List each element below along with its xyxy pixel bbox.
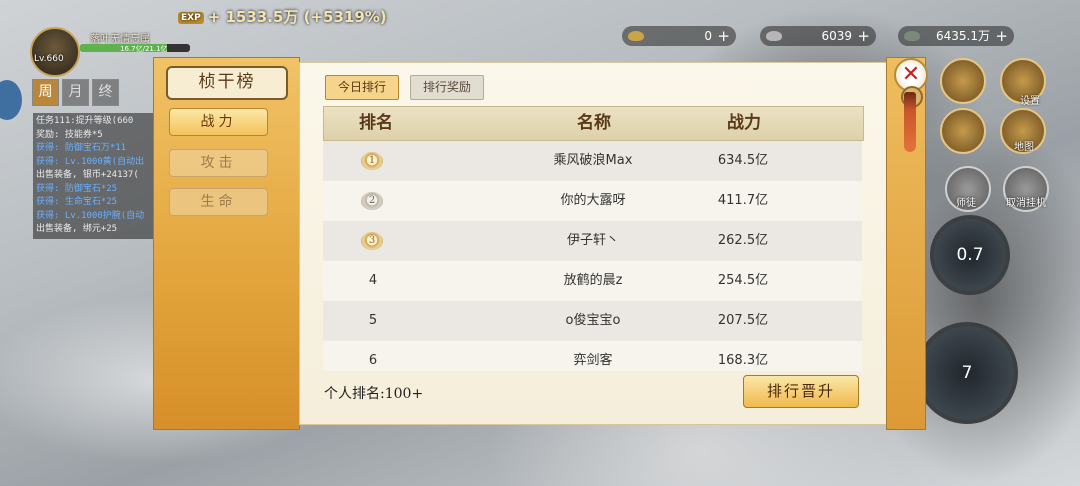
tab-ranking-rewards[interactable]: 排行奖励: [410, 75, 484, 100]
rank-cell: 4: [368, 273, 378, 288]
tab-week[interactable]: 周: [32, 79, 59, 106]
rank-cell: 5: [368, 313, 378, 328]
quest-log-line: 任务111:提升等级(660: [36, 116, 134, 126]
ranking-row[interactable]: 5 o俊宝宝o 207.5亿: [323, 301, 862, 341]
header-rank: 排名: [359, 113, 393, 133]
settings-label: 设置: [1020, 96, 1040, 107]
silver-ingot-icon: [766, 31, 782, 41]
side-tab-hp[interactable]: 生命: [169, 188, 268, 216]
skill-cooldown-2: 7: [961, 363, 973, 383]
player-name-cell: 伊子轩丶: [566, 233, 619, 248]
rank-medal-icon: 2: [361, 192, 383, 210]
ranking-main-panel: 今日排行 排行奖励 排名 名称 战力 1 乘风破浪Max 634.5亿 2 你的大露呀 4…: [299, 62, 888, 425]
exp-gain-text: + 1533.5万 (+5319%): [207, 8, 387, 26]
header-power: 战力: [727, 113, 761, 133]
rank-cell: 6: [368, 353, 378, 368]
power-cell: 262.5亿: [717, 233, 769, 248]
quest-log-line: 出售装备, 绑元+25: [36, 224, 118, 234]
quest-log-line: 出售装备, 银币+24137(: [36, 170, 139, 180]
power-cell: 411.7亿: [717, 193, 769, 208]
rank-cell: 1: [323, 141, 423, 181]
ranking-row[interactable]: 6 弈剑客 168.3亿: [323, 341, 862, 371]
player-name-cell: 乘风破浪Max: [553, 153, 633, 168]
resource-gold: 0 +: [622, 26, 736, 46]
player-name-cell: 弈剑客: [573, 353, 613, 368]
copper-coin-icon: [904, 31, 920, 41]
rank-medal-icon: 3: [361, 232, 383, 250]
player-name-cell: 你的大露呀: [560, 193, 626, 208]
resource-silver: 6039 +: [760, 26, 876, 46]
side-tab-attack[interactable]: 攻击: [169, 149, 268, 177]
tab-final[interactable]: 终: [92, 79, 119, 106]
power-cell: 207.5亿: [717, 313, 769, 328]
time-tabs: 周 月 终: [32, 79, 119, 106]
map-label: 地图: [1014, 142, 1034, 153]
tab-month[interactable]: 月: [62, 79, 89, 106]
ranking-row[interactable]: 3 伊子轩丶 262.5亿: [323, 221, 862, 261]
ranking-row[interactable]: 1 乘风破浪Max 634.5亿: [323, 141, 862, 181]
exp-gain-display: EXP + 1533.5万 (+5319%): [178, 6, 387, 27]
power-cell: 168.3亿: [717, 353, 769, 368]
world-map-icon[interactable]: [940, 108, 986, 154]
rank-medal-icon: 1: [361, 152, 383, 170]
add-gold-button[interactable]: +: [717, 26, 730, 46]
skill-cooldown-1: 0.7: [956, 245, 984, 265]
quest-log-line: 获得: 生命宝石*25: [36, 197, 118, 207]
quest-log-line: 获得: 防御宝石*25: [36, 183, 118, 194]
resource-copper: 6435.1万 +: [898, 26, 1014, 46]
tassel-ornament: [904, 92, 916, 152]
add-copper-button[interactable]: +: [995, 26, 1008, 46]
resource-gold-value: 0: [704, 29, 712, 43]
ranking-table-header: 排名 名称 战力: [323, 106, 864, 141]
add-silver-button[interactable]: +: [857, 26, 870, 46]
personal-rank: 个人排名:100+: [324, 386, 424, 402]
quest-log[interactable]: 任务111:提升等级(660 奖励: 技能券*5 获得: 防御宝石万*11 获得: L…: [33, 113, 159, 239]
welfare-icon[interactable]: [940, 58, 986, 104]
ranking-row[interactable]: 4 放鹤的晨z 254.5亿: [323, 261, 862, 301]
power-cell: 254.5亿: [717, 273, 769, 288]
mentor-label: 师徒: [956, 198, 976, 209]
ranking-table-body[interactable]: 1 乘风破浪Max 634.5亿 2 你的大露呀 411.7亿 3 伊子轩丶 262.5亿 4 放鹤…: [323, 141, 862, 371]
rank-promote-button[interactable]: 排行晋升: [743, 375, 859, 408]
ranking-title: 桢干榜: [166, 66, 288, 100]
player-name: 落叶无情忘属: [90, 34, 150, 45]
gold-ingot-icon: [628, 31, 644, 41]
exp-badge: EXP: [178, 11, 204, 24]
quest-log-line: 获得: Lv.1000黄(自动出: [36, 156, 145, 167]
skill-button-1[interactable]: 0.7: [930, 215, 1010, 295]
rank-cell: 3: [323, 221, 423, 261]
tab-today-ranking[interactable]: 今日排行: [325, 75, 399, 100]
side-tab-power[interactable]: 战力: [169, 108, 268, 136]
ranking-row[interactable]: 2 你的大露呀 411.7亿: [323, 181, 862, 221]
skill-button-2[interactable]: 7: [916, 322, 1018, 424]
resource-copper-value: 6435.1万: [936, 29, 990, 43]
player-name-cell: o俊宝宝o: [565, 313, 621, 328]
power-cell: 634.5亿: [717, 153, 769, 168]
quest-log-line: 奖励: 技能券*5: [36, 129, 103, 140]
player-name-cell: 放鹤的晨z: [563, 273, 623, 288]
player-hp-text: 16.7亿/21.1亿: [120, 45, 168, 53]
player-level: Lv.660: [34, 54, 64, 64]
rank-cell: 2: [323, 181, 423, 221]
ranking-side-panel: 桢干榜 战力 攻击 生命: [153, 57, 300, 430]
cancel-auto-label: 取消挂机: [1006, 198, 1046, 209]
quest-log-line: 获得: 防御宝石万*11: [36, 143, 127, 153]
resource-silver-value: 6039: [821, 29, 852, 43]
header-name: 名称: [577, 113, 611, 133]
quest-log-line: 获得: Lv.1000护腕(自动: [36, 210, 145, 221]
player-avatar[interactable]: [30, 27, 80, 77]
